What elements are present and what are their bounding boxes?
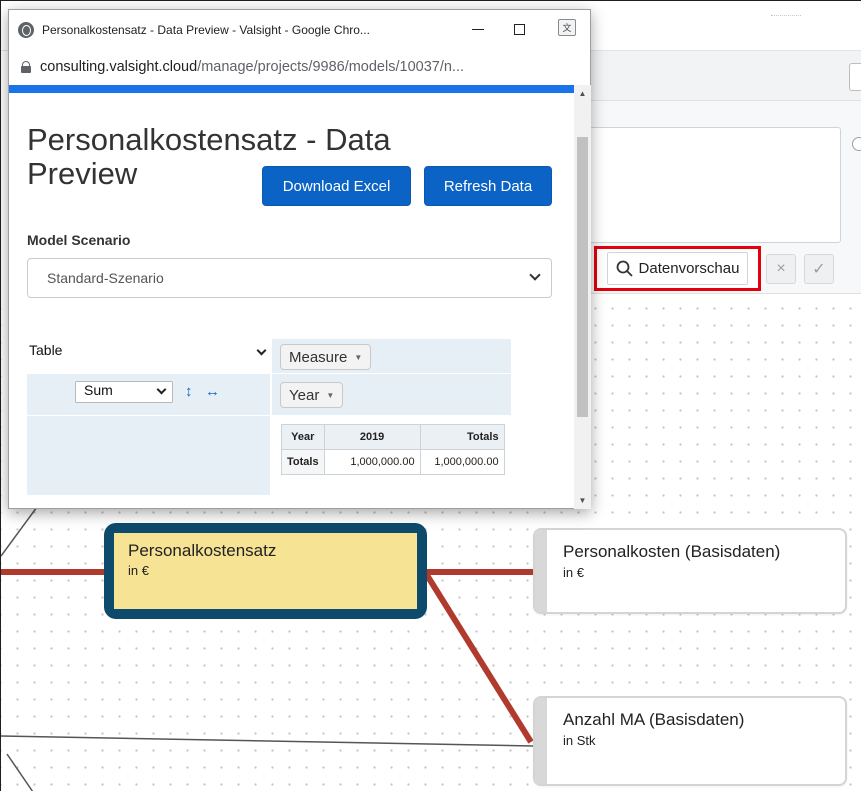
data-preview-button[interactable]: Datenvorschau bbox=[594, 246, 761, 291]
scenario-value: Standard-Szenario bbox=[47, 270, 164, 286]
node-personalkosten[interactable]: Personalkosten (Basisdaten) in € bbox=[533, 528, 847, 614]
table-header-cell: Year bbox=[281, 424, 325, 450]
table-row-label: Totals bbox=[281, 449, 325, 475]
search-icon bbox=[616, 260, 633, 277]
window-title: Personalkostensatz - Data Preview - Vals… bbox=[42, 22, 370, 37]
app-toolbar bbox=[589, 51, 861, 101]
node-personalkostensatz[interactable]: Personalkostensatz in € bbox=[104, 523, 427, 619]
renderer-select[interactable]: Table bbox=[27, 342, 271, 364]
node-title: Anzahl MA (Basisdaten) bbox=[563, 710, 745, 729]
pivot-result-table: Year 2019 Totals Totals 1,000,000.00 1,0… bbox=[281, 424, 505, 475]
chevron-down-icon bbox=[256, 345, 267, 356]
url-host: consulting.valsight.cloud bbox=[40, 59, 198, 75]
node-title: Personalkosten (Basisdaten) bbox=[563, 542, 781, 561]
table-row: Year 2019 Totals bbox=[281, 424, 505, 450]
minimize-icon bbox=[472, 29, 484, 30]
table-header-cell: Totals bbox=[419, 424, 505, 450]
maximize-icon bbox=[513, 24, 525, 35]
renderer-value: Table bbox=[29, 342, 63, 358]
triangle-down-icon[interactable]: ▼ bbox=[354, 353, 362, 362]
option-radio[interactable] bbox=[852, 137, 861, 151]
check-icon: ✓ bbox=[812, 261, 826, 278]
scrollbar[interactable]: ▲ ▼ bbox=[574, 85, 591, 509]
node-unit: in € bbox=[563, 565, 584, 580]
pivot-rows-area[interactable] bbox=[27, 416, 270, 495]
confirm-button[interactable]: ✓ bbox=[804, 254, 834, 284]
preview-content: Personalkostensatz - Data Preview Downlo… bbox=[9, 93, 574, 509]
measure-pill[interactable]: Measure ▼ bbox=[280, 344, 372, 370]
translate-icon[interactable]: 文 bbox=[558, 19, 576, 36]
edge-upper-left bbox=[1, 506, 38, 557]
lock-icon bbox=[21, 61, 31, 73]
url-text[interactable]: consulting.valsight.cloud/manage/project… bbox=[40, 59, 555, 75]
scenario-label: Model Scenario bbox=[27, 232, 131, 248]
aggregator-value: Sum bbox=[84, 382, 113, 398]
data-preview-label: Datenvorschau bbox=[638, 260, 740, 277]
node-unit: in € bbox=[128, 563, 149, 578]
measure-label: Measure bbox=[289, 348, 348, 366]
titlebar-decoration bbox=[771, 15, 801, 19]
formula-textarea[interactable] bbox=[589, 127, 841, 243]
year-label: Year bbox=[289, 386, 320, 404]
year-pill[interactable]: Year ▼ bbox=[280, 382, 344, 408]
table-header-cell: 2019 bbox=[323, 424, 421, 450]
row-order-icon[interactable]: ↕ bbox=[185, 383, 193, 400]
chevron-down-icon bbox=[529, 269, 541, 281]
aggregator-select[interactable]: Sum bbox=[75, 381, 173, 403]
node-title: Personalkostensatz bbox=[128, 541, 277, 560]
table-cell: 1,000,000.00 bbox=[323, 449, 421, 475]
scroll-up-icon[interactable]: ▲ bbox=[574, 85, 591, 102]
minimize-button[interactable] bbox=[457, 10, 499, 49]
download-excel-button[interactable]: Download Excel bbox=[262, 166, 411, 206]
table-row: Totals 1,000,000.00 1,000,000.00 bbox=[281, 449, 505, 475]
node-anzahl-ma[interactable]: Anzahl MA (Basisdaten) in Stk bbox=[533, 696, 847, 786]
globe-icon bbox=[18, 21, 34, 38]
close-icon: × bbox=[776, 260, 786, 277]
edge-to-anzahl bbox=[422, 570, 534, 744]
accent-bar bbox=[9, 85, 574, 93]
data-preview-window: Personalkostensatz - Data Preview - Vals… bbox=[8, 9, 591, 509]
pivot-table-ui: Table Measure ▼ Year ▼ Sum ↕ ↔ Year 2019 bbox=[27, 339, 511, 495]
triangle-down-icon[interactable]: ▼ bbox=[326, 391, 334, 400]
scroll-thumb[interactable] bbox=[577, 137, 588, 417]
address-bar[interactable]: consulting.valsight.cloud/manage/project… bbox=[9, 49, 590, 85]
chevron-down-icon bbox=[156, 384, 167, 395]
cancel-button[interactable]: × bbox=[766, 254, 796, 284]
toolbar-button[interactable] bbox=[849, 63, 861, 91]
edge-lower-left bbox=[1, 735, 534, 747]
edge-bottom-left bbox=[6, 753, 34, 791]
table-cell: 1,000,000.00 bbox=[419, 449, 505, 475]
scenario-select[interactable]: Standard-Szenario bbox=[27, 258, 552, 298]
scroll-down-icon[interactable]: ▼ bbox=[574, 492, 591, 509]
refresh-data-button[interactable]: Refresh Data bbox=[424, 166, 552, 206]
url-path: /manage/projects/9986/models/10037/n... bbox=[197, 59, 465, 75]
maximize-button[interactable] bbox=[498, 10, 540, 49]
node-unit: in Stk bbox=[563, 733, 596, 748]
col-order-icon[interactable]: ↔ bbox=[205, 383, 220, 400]
